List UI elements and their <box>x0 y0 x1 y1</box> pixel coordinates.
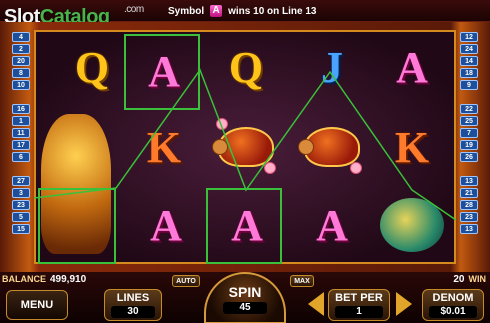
denomination-button[interactable]: DENOM $0.01 <box>422 289 484 321</box>
lines-button[interactable]: LINES 30 <box>104 289 162 321</box>
denomination-value: $0.01 <box>429 306 477 318</box>
max-bet-button[interactable]: MAX <box>290 275 314 287</box>
lines-value: 30 <box>110 306 156 318</box>
balance-display: BALANCE 499,910 <box>2 274 87 285</box>
bet-per-value: 1 <box>335 306 383 318</box>
total-bet-value: 45 <box>223 302 267 314</box>
bet-per-line-button[interactable]: BET PER 1 <box>328 289 390 321</box>
control-panel: BALANCE 499,910 20 WIN MENU LINES 30 AUTO … <box>0 272 490 323</box>
win-display: 20 WIN <box>453 274 486 285</box>
auto-button[interactable]: AUTO <box>172 275 200 287</box>
bet-decrease-arrow-icon[interactable] <box>308 292 324 316</box>
bet-increase-arrow-icon[interactable] <box>396 292 412 316</box>
spin-button[interactable]: SPIN 45 <box>204 272 286 323</box>
menu-button[interactable]: MENU <box>6 290 68 320</box>
